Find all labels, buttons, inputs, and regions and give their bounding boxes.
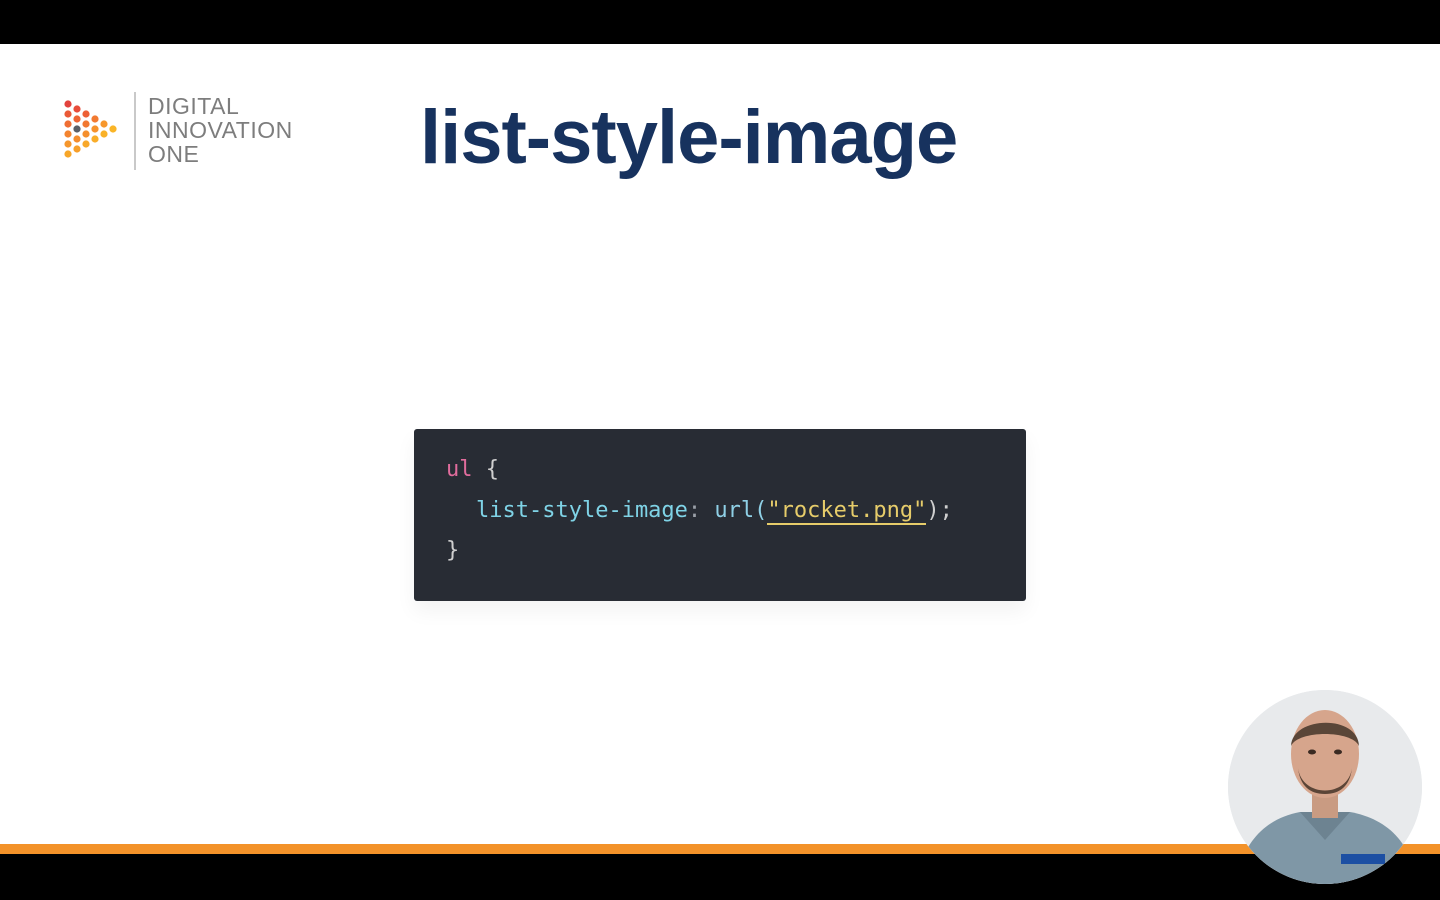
video-letterbox-top [0, 0, 1440, 44]
brand-logo: DIGITAL INNOVATION ONE [62, 90, 322, 172]
presenter-avatar-icon [1228, 690, 1422, 884]
video-letterbox-bottom [0, 854, 1440, 900]
logo-line-digital: DIGITAL [148, 93, 240, 119]
logo-wordmark: DIGITAL INNOVATION ONE [148, 94, 293, 166]
code-function-open: url( [714, 498, 768, 523]
code-selector: ul [446, 457, 473, 482]
code-colon: : [687, 498, 702, 523]
code-open-brace: { [485, 457, 499, 482]
presentation-slide: DIGITAL INNOVATION ONE list-style-image … [0, 44, 1440, 844]
orange-accent-bar [0, 844, 1440, 854]
hexagon-play-dot-grid-icon [64, 100, 117, 158]
code-line-2: list-style-image: url("rocket.png"); [476, 498, 953, 525]
logo-divider [134, 92, 136, 170]
code-line-1: ul { [446, 457, 499, 482]
code-string: "rocket.png" [767, 498, 927, 525]
slide-title: list-style-image [420, 95, 958, 180]
code-property: list-style-image [476, 498, 688, 523]
logo-line-innovation: INNOVATION [148, 117, 293, 143]
code-line-3: } [446, 538, 459, 563]
code-block: ul { list-style-image: url("rocket.png")… [414, 429, 1026, 601]
code-close-brace: } [446, 538, 460, 563]
code-function-close: ); [926, 498, 953, 523]
logo-line-one: ONE [148, 141, 200, 167]
presenter-webcam [1228, 690, 1422, 884]
